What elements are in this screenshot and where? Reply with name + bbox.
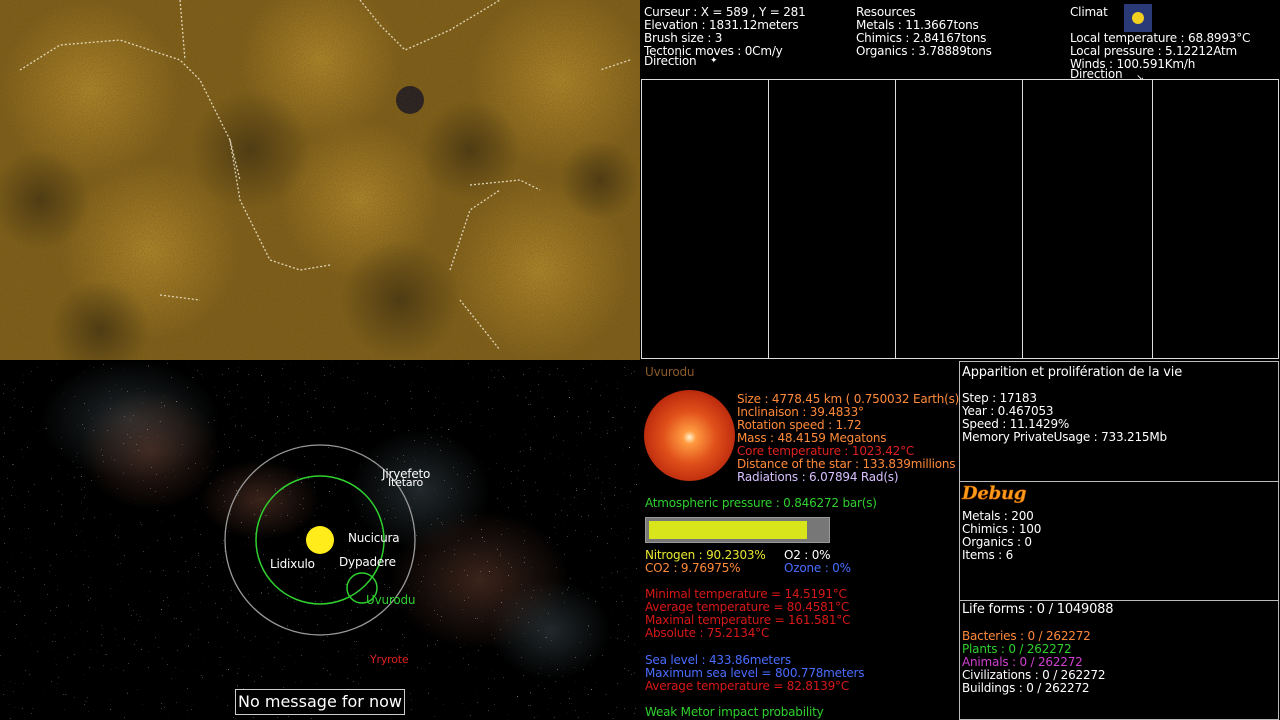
- life-forms-title: Life forms : 0 / 1049088: [962, 602, 1114, 617]
- direction-marker-icon: ✦: [710, 56, 718, 66]
- grid-divider: [1152, 80, 1153, 358]
- debug-title: Debug: [962, 483, 1027, 504]
- atmospheric-pressure-readout: Atmospheric pressure : 0.846272 bar(s): [645, 496, 877, 510]
- absolute-temperature-readout: Absolute : 75.2134°C: [645, 626, 770, 640]
- organics-readout: Organics : 3.78889tons: [856, 44, 992, 58]
- atmosphere-bar: [645, 517, 830, 543]
- ozone-readout: Ozone : 0%: [784, 561, 851, 575]
- space-render[interactable]: [0, 360, 640, 720]
- planet-label[interactable]: Itetaro: [388, 476, 423, 489]
- grid-divider: [1022, 80, 1023, 358]
- planet-label[interactable]: Nucicura: [348, 532, 400, 545]
- sun-weather-icon: [1124, 4, 1152, 32]
- direction-label: Direction: [644, 54, 697, 68]
- message-box: No message for now: [235, 689, 405, 715]
- memory-readout: Memory PrivateUsage : 733.215Mb: [962, 430, 1167, 444]
- radiations-readout: Radiations : 6.07894 Rad(s): [737, 470, 899, 484]
- planet-icon: [644, 390, 735, 481]
- terrain-map[interactable]: [0, 0, 640, 360]
- grid-divider: [895, 80, 896, 358]
- planet-label[interactable]: Lidixulo: [270, 558, 315, 571]
- buildings-readout: Buildings : 0 / 262272: [962, 681, 1090, 695]
- atmosphere-bar-fill: [649, 521, 807, 539]
- planet-name: Uvurodu: [645, 365, 695, 379]
- info-hud: Curseur : X = 589 , Y = 281 Elevation : …: [640, 0, 1280, 84]
- planet-label[interactable]: Yryrote: [370, 653, 409, 666]
- terrain-render[interactable]: [0, 0, 640, 360]
- stats-title: Apparition et prolifération de la vie: [962, 365, 1182, 380]
- climat-title: Climat: [1070, 5, 1108, 19]
- planet-label-selected[interactable]: Uvurodu: [366, 594, 416, 607]
- planet-label[interactable]: Dypadere: [339, 556, 396, 569]
- debug-items: Items : 6: [962, 548, 1014, 562]
- co2-readout: CO2 : 9.76975%: [645, 561, 741, 575]
- graph-grid-panel: [641, 79, 1279, 359]
- meteor-probability-readout: Weak Metor impact probability: [645, 705, 824, 719]
- average-temperature-2-readout: Average temperature = 82.8139°C: [645, 679, 850, 693]
- grid-divider: [768, 80, 769, 358]
- solar-system-view[interactable]: Jiryefeto Itetaro Nucicura Lidixulo Dypa…: [0, 360, 640, 720]
